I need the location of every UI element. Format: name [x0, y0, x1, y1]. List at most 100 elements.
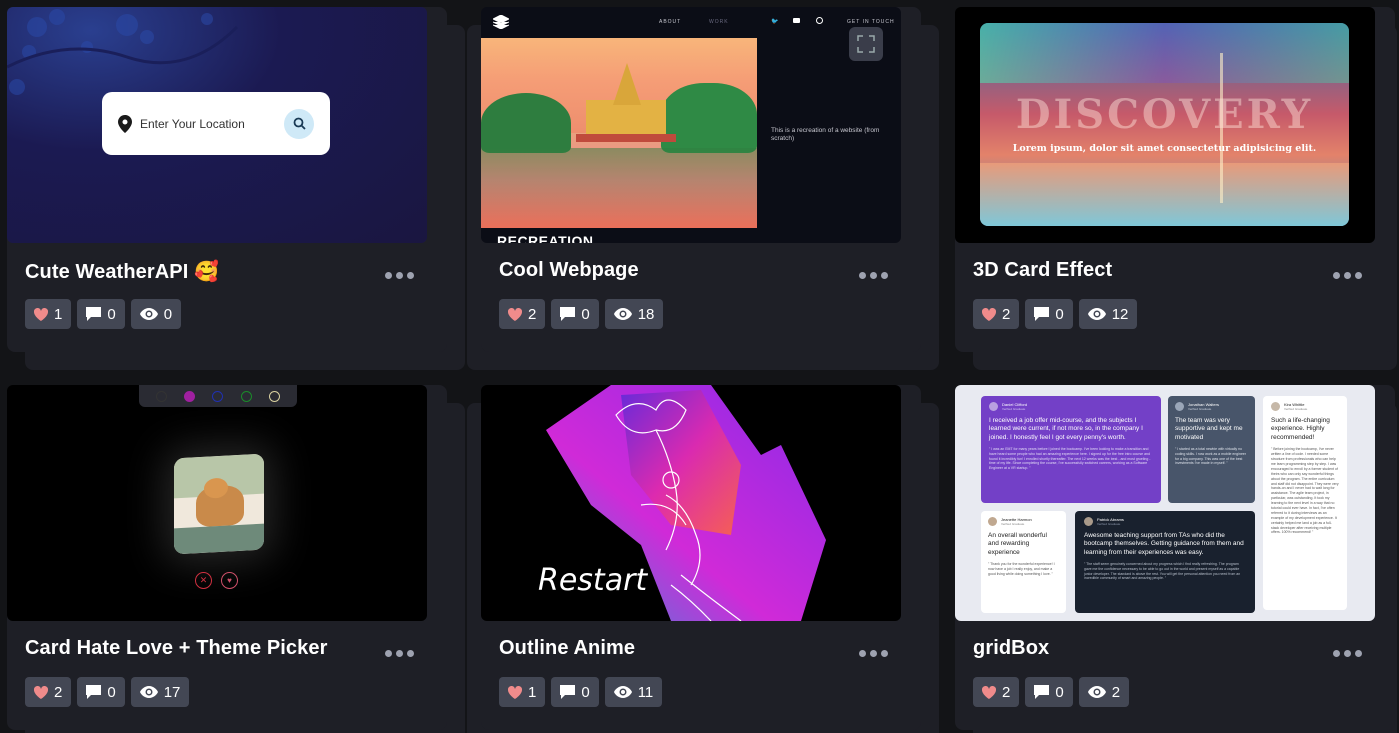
- theme-dot-black[interactable]: [155, 390, 167, 402]
- testimonial-role: Verified Graduate: [1188, 407, 1212, 411]
- view-count: 2: [1111, 683, 1121, 701]
- cat-photo-card: [174, 453, 264, 555]
- discovery-title: DISCOVERY: [1015, 91, 1314, 138]
- like-button[interactable]: 2: [973, 677, 1020, 707]
- testimonial-body: " Thank you for the wonderful experience…: [988, 562, 1055, 577]
- search-icon: [293, 117, 306, 130]
- eye-icon: [613, 686, 632, 698]
- pen-preview[interactable]: Daniel Clifford Verified Graduate I recei…: [955, 385, 1375, 621]
- fullscreen-button[interactable]: [849, 27, 883, 61]
- theme-dot-cream[interactable]: [269, 390, 281, 402]
- card-body: Daniel Clifford Verified Graduate I recei…: [955, 385, 1395, 730]
- views-button[interactable]: 18: [604, 299, 664, 329]
- avatar: [1084, 517, 1093, 526]
- theme-dot-purple[interactable]: [184, 390, 196, 402]
- comment-count: 0: [1055, 683, 1064, 701]
- heart-icon: [34, 685, 48, 699]
- pen-preview[interactable]: Restart: [481, 385, 901, 621]
- restart-button[interactable]: Restart: [538, 563, 647, 598]
- like-button[interactable]: 2: [25, 677, 72, 707]
- theme-dot-blue[interactable]: [212, 390, 224, 402]
- testimonial-card: Daniel Clifford Verified Graduate I recei…: [981, 396, 1161, 503]
- caption-text: This is a recreation of a website (from …: [771, 127, 880, 143]
- testimonial-card: Kira Whittle Verified Graduate Such a lif…: [1263, 396, 1347, 610]
- comment-icon: [86, 685, 102, 699]
- twitter-icon: 🐦: [771, 19, 779, 25]
- pen-title[interactable]: Cute WeatherAPI 🥰: [25, 259, 219, 284]
- pen-title[interactable]: Outline Anime: [499, 637, 635, 660]
- views-button[interactable]: 2: [1078, 677, 1130, 707]
- pen-title[interactable]: gridBox: [973, 637, 1049, 660]
- more-options-button[interactable]: [859, 265, 891, 285]
- theme-dot-green[interactable]: [240, 390, 252, 402]
- views-button[interactable]: 17: [130, 677, 190, 707]
- comment-button[interactable]: 0: [551, 677, 599, 707]
- comment-button[interactable]: 0: [1025, 677, 1073, 707]
- comment-button[interactable]: 0: [1025, 299, 1073, 329]
- pen-preview[interactable]: Enter Your Location: [7, 7, 427, 243]
- dribbble-icon: [816, 17, 823, 24]
- location-pin-icon: [118, 114, 132, 133]
- comment-icon: [1034, 685, 1050, 699]
- like-button[interactable]: 1: [25, 299, 72, 329]
- comment-button[interactable]: 0: [77, 677, 125, 707]
- like-button[interactable]: 2: [499, 299, 546, 329]
- pen-stats: 2 0 17: [25, 677, 190, 707]
- discovery-subtitle: Lorem ipsum, dolor sit amet consectetur …: [1012, 143, 1317, 154]
- nav-work: WORK: [709, 19, 729, 25]
- discovery-card: DISCOVERY Lorem ipsum, dolor sit amet co…: [980, 23, 1349, 226]
- more-options-button[interactable]: [859, 643, 891, 663]
- location-input[interactable]: Enter Your Location: [140, 117, 284, 131]
- heart-icon: [982, 307, 996, 321]
- pen-stats: 1 0 0: [25, 299, 182, 329]
- expand-icon: [857, 35, 875, 53]
- views-button[interactable]: 11: [604, 677, 663, 707]
- view-count: 18: [637, 305, 655, 323]
- like-button[interactable]: 2: [973, 299, 1020, 329]
- comment-icon: [86, 307, 102, 321]
- hate-button[interactable]: ✕: [195, 572, 212, 589]
- card-body: ✕ ♥ Card Hate Love + Theme Picker 2 0 17: [7, 385, 447, 730]
- views-button[interactable]: 0: [130, 299, 182, 329]
- testimonial-body: " The staff seem genuinely concerned abo…: [1084, 562, 1241, 581]
- heart-icon: ♥: [227, 576, 232, 585]
- youtube-icon: [793, 18, 800, 23]
- pen-preview[interactable]: ABOUT WORK 🐦 GET IN TOUCH This is a recr…: [481, 7, 901, 243]
- pen-card: Enter Your Location Cute WeatherAPI 🥰 1 …: [7, 7, 465, 370]
- pen-title[interactable]: Card Hate Love + Theme Picker: [25, 637, 327, 660]
- like-button[interactable]: 1: [499, 677, 546, 707]
- love-button[interactable]: ♥: [221, 572, 238, 589]
- more-options-button[interactable]: [385, 643, 417, 663]
- logo-icon: [493, 15, 509, 29]
- pen-card: ABOUT WORK 🐦 GET IN TOUCH This is a recr…: [467, 7, 939, 370]
- eye-icon: [139, 686, 158, 698]
- pen-preview[interactable]: DISCOVERY Lorem ipsum, dolor sit amet co…: [955, 7, 1375, 243]
- testimonial-body: " I started as a total newbie with virtu…: [1175, 447, 1247, 466]
- more-options-button[interactable]: [1333, 643, 1365, 663]
- pen-stats: 2 0 2: [973, 677, 1130, 707]
- comment-button[interactable]: 0: [77, 299, 125, 329]
- more-options-button[interactable]: [1333, 265, 1365, 285]
- pen-title[interactable]: Cool Webpage: [499, 259, 639, 282]
- card-body: Restart Outline Anime 1 0 11: [481, 385, 921, 730]
- pen-card: Daniel Clifford Verified Graduate I recei…: [955, 385, 1397, 733]
- pen-preview[interactable]: ✕ ♥: [7, 385, 427, 621]
- testimonial-role: Verified Graduate: [1002, 407, 1026, 411]
- search-button[interactable]: [284, 108, 314, 139]
- testimonial-role: Verified Graduate: [1097, 522, 1121, 526]
- comment-button[interactable]: 0: [551, 299, 599, 329]
- nav-contact: GET IN TOUCH: [847, 19, 895, 25]
- card-body: ABOUT WORK 🐦 GET IN TOUCH This is a recr…: [481, 7, 921, 352]
- views-button[interactable]: 12: [1078, 299, 1138, 329]
- like-count: 2: [54, 683, 63, 701]
- hero-image: [481, 38, 757, 228]
- view-count: 0: [163, 305, 173, 323]
- recreation-heading: RECREATION: [497, 233, 594, 243]
- eye-icon: [1087, 308, 1106, 320]
- eye-icon: [613, 308, 632, 320]
- pen-title[interactable]: 3D Card Effect: [973, 259, 1112, 282]
- more-options-button[interactable]: [385, 265, 417, 285]
- testimonial-role: Verified Graduate: [1001, 522, 1025, 526]
- avatar: [1271, 402, 1280, 411]
- like-count: 2: [1002, 683, 1011, 701]
